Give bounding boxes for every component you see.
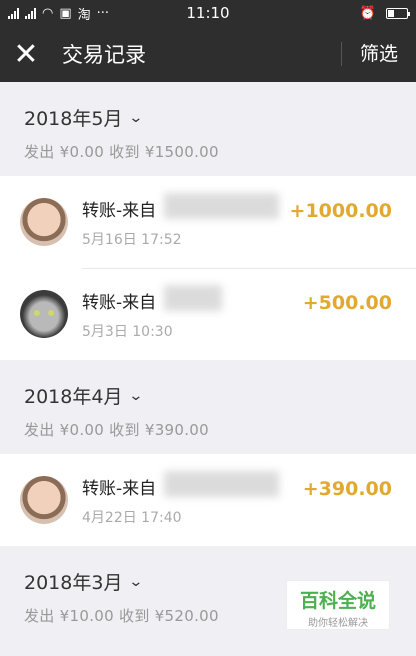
signal-icon [8,7,19,19]
month-title: 2018年4月 [24,386,123,408]
avatar [20,198,68,246]
transaction-list: 转账-来自 5月16日 17:52 +1000.00 转账-来自 5月3日 10… [0,176,416,360]
signal-icon-2 [25,7,36,19]
nav-bar: ✕ 交易记录 筛选 [0,26,416,82]
more-icon: ··· [96,5,110,21]
month-selector[interactable]: 2018年5月 ⌄ [24,104,392,131]
redacted-name [164,284,222,311]
transaction-amount: +500.00 [302,292,392,314]
watermark-subtitle: 助你轻松解决 [308,618,368,629]
month-header-may: 2018年5月 ⌄ 发出 ¥0.00 收到 ¥1500.00 [0,82,416,176]
redacted-name [164,470,279,497]
month-selector[interactable]: 2018年4月 ⌄ [24,382,392,409]
status-right: ⏰ [359,5,410,21]
chevron-down-icon: ⌄ [128,109,144,126]
close-icon: ✕ [13,36,39,72]
chevron-down-icon: ⌄ [128,387,144,404]
status-bar: ◠ ▣ 淘 ··· 11:10 ⏰ [0,0,416,26]
transaction-row[interactable]: 转账-来自 5月3日 10:30 +500.00 [0,268,416,360]
message-icon: ▣ [59,5,72,21]
transaction-row[interactable]: 转账-来自 4月22日 17:40 +390.00 [0,454,416,546]
watermark-title: 百科全说 [299,590,376,612]
alarm-icon: ⏰ [359,5,376,21]
month-title: 2018年3月 [24,572,123,594]
transaction-row[interactable]: 转账-来自 5月16日 17:52 +1000.00 [0,176,416,268]
wifi-icon: ◠ [42,5,54,21]
page-title: 交易记录 [62,43,146,67]
avatar [20,476,68,524]
transaction-date: 5月16日 17:52 [82,231,182,248]
month-title: 2018年5月 [24,108,123,130]
month-summary: 发出 ¥0.00 收到 ¥390.00 [24,421,209,439]
month-header-april: 2018年4月 ⌄ 发出 ¥0.00 收到 ¥390.00 [0,360,416,454]
redacted-name [164,192,279,219]
watermark-logo: 百科全说 助你轻松解决 [286,580,390,630]
avatar [20,290,68,338]
transaction-list: 转账-来自 4月22日 17:40 +390.00 [0,454,416,546]
transaction-amount: +1000.00 [289,200,392,222]
carrier-icon: 淘 [77,7,91,23]
transaction-date: 4月22日 17:40 [82,509,182,526]
status-left: ◠ ▣ 淘 ··· [8,4,109,23]
filter-button[interactable]: 筛选 [360,26,398,82]
transaction-date: 5月3日 10:30 [82,323,173,340]
battery-icon [386,7,410,19]
close-button[interactable]: ✕ [0,26,52,82]
nav-divider [341,42,342,66]
chevron-down-icon: ⌄ [128,573,144,590]
transaction-amount: +390.00 [302,478,392,500]
month-summary: 发出 ¥0.00 收到 ¥1500.00 [24,143,219,161]
